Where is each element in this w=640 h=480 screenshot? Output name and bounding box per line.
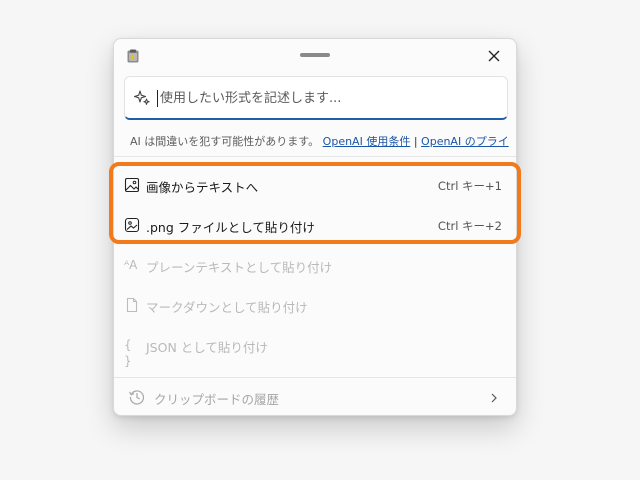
- menu-item-paste-as-png[interactable]: .png ファイルとして貼り付け Ctrl キー+2: [114, 206, 516, 244]
- clipboard-app-icon: [127, 48, 139, 63]
- menu-item-paste-as-markdown[interactable]: マークダウンとして貼り付け: [114, 286, 516, 324]
- text-format-icon: ᴬA: [124, 258, 138, 272]
- disclaimer-text: AI は間違いを犯す可能性があります。: [130, 135, 320, 148]
- terms-of-use-link[interactable]: OpenAI 使用条件: [323, 135, 411, 148]
- close-button[interactable]: [482, 44, 506, 68]
- text-caret: [157, 90, 158, 107]
- braces-icon: { }: [124, 338, 132, 368]
- title-bar[interactable]: [114, 39, 516, 73]
- clipboard-history-label: クリップボードの履歴: [154, 392, 280, 407]
- image-file-icon: [124, 217, 140, 233]
- document-icon: [124, 297, 140, 313]
- image-icon: [124, 177, 140, 193]
- ai-disclaimer: AI は間違いを犯す可能性があります。 OpenAI 使用条件 | OpenAI…: [130, 133, 514, 149]
- menu-item-paste-as-json[interactable]: { } JSON として貼り付け: [114, 326, 516, 368]
- menu-item-label: マークダウンとして貼り付け: [146, 300, 308, 315]
- prompt-box[interactable]: [124, 76, 508, 120]
- link-separator: |: [413, 135, 418, 148]
- divider: [114, 156, 516, 157]
- chevron-right-icon: [488, 390, 500, 404]
- sparkle-icon: [133, 89, 151, 107]
- menu-item-label: プレーンテキストとして貼り付け: [146, 260, 333, 275]
- menu-item-label: .png ファイルとして貼り付け: [146, 220, 315, 235]
- prompt-input[interactable]: [160, 87, 490, 109]
- shortcut-hint: Ctrl キー+1: [437, 179, 502, 193]
- shortcut-hint: Ctrl キー+2: [437, 219, 502, 233]
- advanced-paste-window: AI は間違いを犯す可能性があります。 OpenAI 使用条件 | OpenAI…: [109, 38, 521, 416]
- clipboard-history-button[interactable]: クリップボードの履歴: [114, 379, 516, 415]
- privacy-link[interactable]: OpenAI のプライ: [421, 135, 509, 148]
- close-icon: [488, 50, 500, 62]
- menu-item-label: 画像からテキストへ: [146, 180, 259, 195]
- menu-item-label: JSON として貼り付け: [146, 340, 268, 355]
- menu-item-paste-as-plain-text[interactable]: ᴬA プレーンテキストとして貼り付け: [114, 246, 516, 284]
- menu-item-image-to-text[interactable]: 画像からテキストへ Ctrl キー+1: [114, 166, 516, 204]
- desktop-background: AI は間違いを犯す可能性があります。 OpenAI 使用条件 | OpenAI…: [0, 0, 640, 480]
- divider: [114, 377, 516, 378]
- history-icon: [128, 388, 146, 406]
- drag-handle[interactable]: [300, 53, 330, 57]
